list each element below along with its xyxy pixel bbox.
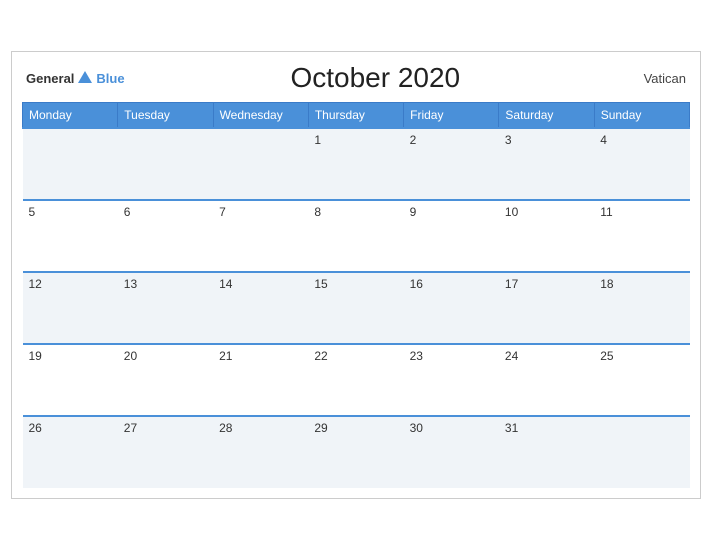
day-number: 14 bbox=[219, 277, 232, 291]
calendar-day-cell: 16 bbox=[404, 272, 499, 344]
calendar-day-cell bbox=[213, 128, 308, 200]
day-number: 28 bbox=[219, 421, 232, 435]
calendar-day-cell: 26 bbox=[23, 416, 118, 488]
calendar-week-row: 19 20 21 22 23 24 25 bbox=[23, 344, 690, 416]
calendar-day-cell: 25 bbox=[594, 344, 689, 416]
day-number: 10 bbox=[505, 205, 518, 219]
calendar-day-cell: 14 bbox=[213, 272, 308, 344]
day-number: 4 bbox=[600, 133, 607, 147]
day-number: 29 bbox=[314, 421, 327, 435]
calendar-title: October 2020 bbox=[125, 62, 626, 94]
day-number: 9 bbox=[410, 205, 417, 219]
day-number: 19 bbox=[29, 349, 42, 363]
header-tuesday: Tuesday bbox=[118, 103, 213, 129]
calendar-day-cell: 23 bbox=[404, 344, 499, 416]
calendar-day-cell: 3 bbox=[499, 128, 594, 200]
day-number: 20 bbox=[124, 349, 137, 363]
day-number: 21 bbox=[219, 349, 232, 363]
day-number: 11 bbox=[600, 205, 612, 219]
calendar-day-cell: 1 bbox=[308, 128, 403, 200]
day-number: 2 bbox=[410, 133, 417, 147]
day-number: 31 bbox=[505, 421, 518, 435]
calendar-day-cell: 12 bbox=[23, 272, 118, 344]
calendar-week-row: 1 2 3 4 bbox=[23, 128, 690, 200]
header-sunday: Sunday bbox=[594, 103, 689, 129]
logo-general-text: General bbox=[26, 71, 74, 86]
day-number: 30 bbox=[410, 421, 423, 435]
calendar-week-row: 5 6 7 8 9 10 11 bbox=[23, 200, 690, 272]
day-number: 13 bbox=[124, 277, 137, 291]
calendar-day-cell: 18 bbox=[594, 272, 689, 344]
day-number: 7 bbox=[219, 205, 226, 219]
calendar-day-cell: 13 bbox=[118, 272, 213, 344]
day-number: 23 bbox=[410, 349, 423, 363]
logo-blue-text: Blue bbox=[96, 71, 124, 86]
day-number: 16 bbox=[410, 277, 423, 291]
calendar-day-cell bbox=[594, 416, 689, 488]
calendar-week-row: 12 13 14 15 16 17 18 bbox=[23, 272, 690, 344]
header-friday: Friday bbox=[404, 103, 499, 129]
calendar-header: General Blue October 2020 Vatican bbox=[22, 62, 690, 94]
day-number: 5 bbox=[29, 205, 36, 219]
calendar-day-cell: 4 bbox=[594, 128, 689, 200]
calendar-day-cell: 24 bbox=[499, 344, 594, 416]
calendar-day-cell: 19 bbox=[23, 344, 118, 416]
day-number: 26 bbox=[29, 421, 42, 435]
calendar-day-cell: 11 bbox=[594, 200, 689, 272]
day-number: 6 bbox=[124, 205, 131, 219]
calendar-day-cell: 7 bbox=[213, 200, 308, 272]
header-wednesday: Wednesday bbox=[213, 103, 308, 129]
header-saturday: Saturday bbox=[499, 103, 594, 129]
logo-icon bbox=[76, 69, 94, 87]
calendar-day-cell bbox=[23, 128, 118, 200]
logo: General Blue bbox=[26, 69, 125, 87]
calendar-day-cell: 10 bbox=[499, 200, 594, 272]
calendar-day-cell: 28 bbox=[213, 416, 308, 488]
calendar-container: General Blue October 2020 Vatican Monday… bbox=[11, 51, 701, 499]
calendar-day-cell: 6 bbox=[118, 200, 213, 272]
day-number: 17 bbox=[505, 277, 518, 291]
day-number: 8 bbox=[314, 205, 321, 219]
day-number: 3 bbox=[505, 133, 512, 147]
day-number: 25 bbox=[600, 349, 613, 363]
calendar-day-cell: 15 bbox=[308, 272, 403, 344]
day-number: 24 bbox=[505, 349, 518, 363]
day-number: 27 bbox=[124, 421, 137, 435]
calendar-day-cell: 2 bbox=[404, 128, 499, 200]
calendar-day-cell: 9 bbox=[404, 200, 499, 272]
calendar-day-cell: 21 bbox=[213, 344, 308, 416]
calendar-day-cell: 30 bbox=[404, 416, 499, 488]
day-number: 15 bbox=[314, 277, 327, 291]
header-thursday: Thursday bbox=[308, 103, 403, 129]
calendar-day-cell: 8 bbox=[308, 200, 403, 272]
day-number: 1 bbox=[314, 133, 321, 147]
calendar-day-cell: 17 bbox=[499, 272, 594, 344]
calendar-day-cell: 5 bbox=[23, 200, 118, 272]
calendar-day-cell: 27 bbox=[118, 416, 213, 488]
calendar-day-cell: 31 bbox=[499, 416, 594, 488]
header-monday: Monday bbox=[23, 103, 118, 129]
day-number: 12 bbox=[29, 277, 42, 291]
calendar-day-cell: 20 bbox=[118, 344, 213, 416]
calendar-region: Vatican bbox=[626, 71, 686, 86]
calendar-grid: Monday Tuesday Wednesday Thursday Friday… bbox=[22, 102, 690, 488]
weekday-header-row: Monday Tuesday Wednesday Thursday Friday… bbox=[23, 103, 690, 129]
calendar-day-cell: 22 bbox=[308, 344, 403, 416]
day-number: 22 bbox=[314, 349, 327, 363]
calendar-week-row: 26 27 28 29 30 31 bbox=[23, 416, 690, 488]
day-number: 18 bbox=[600, 277, 613, 291]
calendar-day-cell: 29 bbox=[308, 416, 403, 488]
calendar-day-cell bbox=[118, 128, 213, 200]
